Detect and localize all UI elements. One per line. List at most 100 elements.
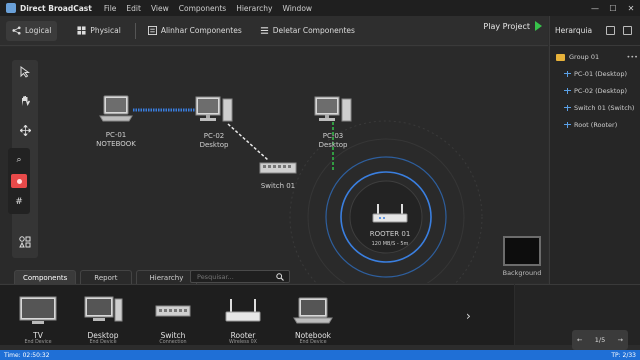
pager: ← 1/5 → <box>572 330 628 350</box>
hierarchy-item-label: Root (Rooter) <box>574 121 618 129</box>
maximize-button[interactable]: ☐ <box>604 0 622 16</box>
camera-icon[interactable] <box>606 26 615 35</box>
hierarchy-item-pc01[interactable]: PC-01 (Desktop) <box>564 70 627 78</box>
menu-hierarchy[interactable]: Hierarchy <box>236 4 272 13</box>
menu-view[interactable]: View <box>151 4 169 13</box>
move-tool[interactable] <box>12 120 38 140</box>
menu-file[interactable]: File <box>104 4 117 13</box>
device-name: Switch 01 <box>260 182 296 190</box>
logical-view-button[interactable]: Logical <box>6 20 58 41</box>
tab-hierarchy[interactable]: Hierarchy <box>135 270 198 284</box>
node-icon <box>564 87 571 95</box>
component-name: Notebook <box>294 331 332 340</box>
component-notebook[interactable]: Notebook End Device <box>286 296 340 345</box>
component-name: Rooter <box>230 331 256 340</box>
component-category: End Device <box>24 340 52 345</box>
tray-next-button[interactable]: › <box>466 309 471 323</box>
search-icon[interactable] <box>276 273 284 281</box>
record-icon <box>11 174 27 188</box>
hierarchy-item-root[interactable]: Root (Rooter) <box>564 121 617 129</box>
hash-icon: # <box>15 197 23 207</box>
group-menu-icon[interactable]: ••• <box>626 53 638 61</box>
delete-components-button[interactable]: Deletar Componentes <box>254 21 361 41</box>
device-type: NOTEBOOK <box>96 140 136 148</box>
folder-icon <box>556 53 565 61</box>
node-icon <box>564 70 571 78</box>
toolbar: Logical Physical Alinhar Componentes Del… <box>0 16 548 46</box>
switch-icon <box>259 162 297 174</box>
hierarchy-item-pc02[interactable]: PC-02 (Desktop) <box>564 87 627 95</box>
delete-list-icon <box>260 27 268 34</box>
select-tool[interactable] <box>12 62 38 82</box>
status-time: Time: 02:50:32 <box>4 351 50 359</box>
menu-edit[interactable]: Edit <box>126 4 141 13</box>
component-desktop[interactable]: Desktop End Device <box>76 296 130 345</box>
group-label: Group 01 <box>569 53 600 61</box>
play-project-button[interactable]: Play Project <box>483 21 542 31</box>
shapes-icon <box>19 236 31 248</box>
hierarchy-item-switch01[interactable]: Switch 01 (Switch) <box>564 104 634 112</box>
logical-label: Logical <box>25 26 52 35</box>
record-dot <box>16 178 22 184</box>
component-rooter[interactable]: Rooter Wireless 0X <box>216 296 270 345</box>
search-input[interactable] <box>197 272 269 281</box>
close-button[interactable]: ✕ <box>622 0 640 16</box>
align-components-button[interactable]: Alinhar Componentes <box>142 21 248 41</box>
device-type: Desktop <box>318 141 348 149</box>
minimize-button[interactable]: — <box>586 0 604 16</box>
node-icon <box>564 121 571 129</box>
cursor-icon <box>20 66 30 78</box>
notebook-icon <box>99 95 133 122</box>
app-title: Direct BroadCast <box>20 3 92 13</box>
shapes-tool[interactable] <box>12 232 38 252</box>
device-router01[interactable]: ROOTER 01 120 MB/S - 5m <box>359 203 421 249</box>
physical-label: Physical <box>90 26 121 35</box>
add-folder-icon[interactable] <box>623 26 632 35</box>
component-category: Wireless 0X <box>229 340 257 345</box>
hierarchy-item-label: Switch 01 (Switch) <box>574 104 635 112</box>
desktop-icon <box>314 96 352 122</box>
component-category: Connection <box>159 340 187 345</box>
menu-window[interactable]: Window <box>282 4 312 13</box>
app-icon <box>6 3 16 13</box>
component-switch[interactable]: Switch Connection <box>146 296 200 345</box>
align-icon <box>147 26 157 35</box>
pager-label: 1/5 <box>594 336 606 344</box>
device-pc03[interactable]: PC-03 Desktop <box>309 95 357 150</box>
hierarchy-group[interactable]: Group 01 ••• <box>556 53 638 61</box>
zoom-button[interactable]: ⌕ <box>8 150 30 170</box>
device-pc02[interactable]: PC-02 Desktop <box>190 95 238 150</box>
hierarchy-header: Herarquia <box>550 16 640 46</box>
hierarchy-title: Herarquia <box>555 26 593 35</box>
pager-next-button[interactable]: → <box>618 336 623 344</box>
pan-tool[interactable] <box>12 91 38 111</box>
play-label: Play Project <box>483 21 530 31</box>
grid-toggle-button[interactable]: # <box>8 192 30 212</box>
align-label: Alinhar Componentes <box>160 26 242 35</box>
pager-prev-button[interactable]: ← <box>577 336 582 344</box>
tab-report[interactable]: Report <box>80 270 132 284</box>
physical-view-button[interactable]: Physical <box>71 21 127 41</box>
hand-icon <box>21 96 30 106</box>
device-switch01[interactable]: Switch 01 <box>251 160 305 191</box>
tab-components[interactable]: Components <box>14 270 77 284</box>
router-speed: 120 MB/S - 5m <box>371 241 409 247</box>
record-button[interactable] <box>8 171 30 191</box>
grid-icon <box>77 26 86 35</box>
background-preview[interactable] <box>503 236 541 266</box>
play-icon <box>535 21 542 31</box>
device-pc01[interactable]: PC-01 NOTEBOOK <box>90 94 142 149</box>
component-tv[interactable]: TV End Device <box>11 296 65 345</box>
desktop-icon <box>84 296 123 322</box>
hierarchy-item-label: PC-02 (Desktop) <box>574 87 628 95</box>
zoom-icon: ⌕ <box>16 155 22 165</box>
device-name: PC-02 <box>203 132 225 140</box>
component-category: End Device <box>89 340 117 345</box>
background-label: Background <box>502 269 542 277</box>
router-icon <box>225 299 261 322</box>
menu-components[interactable]: Components <box>179 4 226 13</box>
tv-icon <box>19 296 57 324</box>
component-name: Switch <box>160 331 186 340</box>
component-name: TV <box>33 331 43 340</box>
status-bar: Time: 02:50:32 TP: 2/33 <box>0 350 640 360</box>
